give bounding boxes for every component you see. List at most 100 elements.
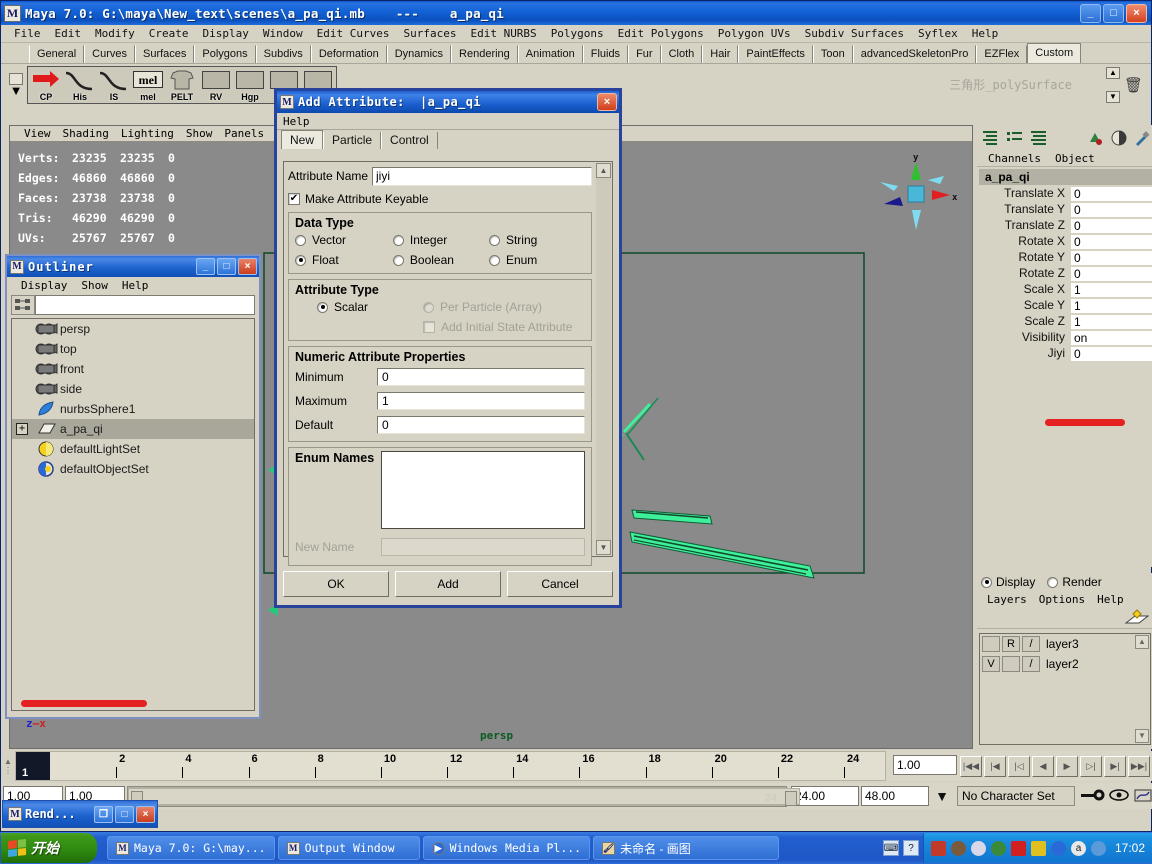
channel-row-translate-y[interactable]: Translate Y 0 xyxy=(979,201,1152,217)
channel-value[interactable]: 0 xyxy=(1071,201,1152,217)
dialog-tab-particle[interactable]: Particle xyxy=(323,132,382,149)
shelf-scroll-down-icon[interactable]: ▼ xyxy=(1105,90,1120,103)
shelf-button-PELT[interactable]: PELT xyxy=(165,67,199,102)
shield-icon[interactable] xyxy=(1030,840,1046,856)
shelf-tab-subdivs[interactable]: Subdivs xyxy=(255,45,311,63)
data-type-option-float[interactable]: Float xyxy=(295,253,393,267)
ad-icon[interactable]: a xyxy=(1070,840,1086,856)
shelf-tab-surfaces[interactable]: Surfaces xyxy=(134,45,195,63)
layer-menu-options[interactable]: Options xyxy=(1033,593,1091,606)
outliner-list[interactable]: persp top front side nurbsSphere1 + a_pa_qi def… xyxy=(11,318,255,711)
channel-value[interactable]: 0 xyxy=(1071,265,1152,281)
viewport-menu-show[interactable]: Show xyxy=(180,127,219,140)
shelf-button-mel[interactable]: mel mel xyxy=(131,67,165,102)
outliner-menu-help[interactable]: Help xyxy=(115,279,156,292)
shelf-tab-hair[interactable]: Hair xyxy=(702,45,739,63)
channel-box-body[interactable]: a_pa_qi Translate X 0 Translate Y 0 Translat… xyxy=(979,169,1152,565)
render-restore-button[interactable]: ❐ xyxy=(94,805,113,823)
range-end-field[interactable] xyxy=(791,786,859,806)
chevron-down-icon[interactable]: ▼ xyxy=(929,786,955,806)
volume-icon[interactable] xyxy=(950,840,966,856)
network-icon[interactable] xyxy=(930,840,946,856)
info-icon[interactable] xyxy=(1050,840,1066,856)
help-icon[interactable]: ? xyxy=(902,840,919,856)
play-forwards-icon[interactable]: ▶ xyxy=(1056,755,1078,777)
display-mode-radio[interactable] xyxy=(981,576,992,588)
go-to-end-icon[interactable]: ▶▶| xyxy=(1128,755,1150,777)
render-close-button[interactable]: × xyxy=(136,805,155,823)
outliner-filter-icon[interactable] xyxy=(11,295,35,315)
data-type-radio-integer[interactable] xyxy=(392,234,404,246)
taskbar-item-1[interactable]: M Output Window xyxy=(277,836,420,860)
menu-item-polygon-uvs[interactable]: Polygon UVs xyxy=(711,27,798,40)
dialog-menu-help[interactable]: Help xyxy=(283,115,310,128)
layer-visibility-toggle[interactable] xyxy=(982,636,1000,652)
data-type-option-enum[interactable]: Enum xyxy=(488,253,585,267)
outliner-item-defaultLightSet[interactable]: defaultLightSet xyxy=(12,439,254,459)
dialog-scroll-up-icon[interactable]: ▲ xyxy=(596,163,611,178)
outliner-item-front[interactable]: front xyxy=(12,359,254,379)
default-input[interactable] xyxy=(377,416,585,434)
attribute-name-input[interactable] xyxy=(372,166,592,186)
menu-item-file[interactable]: File xyxy=(7,27,48,40)
channel-value[interactable]: 1 xyxy=(1071,313,1152,329)
material-icon[interactable] xyxy=(1085,128,1105,148)
outliner-minimize-button[interactable]: _ xyxy=(196,258,215,275)
channel-value[interactable]: 0 xyxy=(1071,345,1152,361)
scalar-radio[interactable] xyxy=(317,301,328,313)
channel-row-scale-x[interactable]: Scale X 1 xyxy=(979,281,1152,297)
viewport-menu-lighting[interactable]: Lighting xyxy=(115,127,180,140)
taskbar-item-2[interactable]: ▶ Windows Media Pl... xyxy=(422,836,591,860)
shelf-button-RV[interactable]: RV xyxy=(199,67,233,102)
shelf-dropdown-icon[interactable]: ▼ xyxy=(10,84,23,97)
menu-item-subdiv-surfaces[interactable]: Subdiv Surfaces xyxy=(798,27,911,40)
outliner-item-persp[interactable]: persp xyxy=(12,319,254,339)
auto-key-icon[interactable] xyxy=(1109,787,1129,806)
menu-item-syflex[interactable]: Syflex xyxy=(911,27,965,40)
viewport-menu-panels[interactable]: Panels xyxy=(218,127,270,140)
data-type-option-vector[interactable]: Vector xyxy=(295,233,393,247)
step-forward-key-icon[interactable]: ▶| xyxy=(1104,755,1126,777)
data-type-radio-enum[interactable] xyxy=(488,254,500,266)
menu-item-display[interactable]: Display xyxy=(196,27,256,40)
key-icon[interactable] xyxy=(1079,787,1105,806)
range-slider-track[interactable]: 24 xyxy=(127,785,800,807)
maximize-button[interactable]: □ xyxy=(1103,3,1124,23)
channel-value[interactable]: 0 xyxy=(1071,217,1152,233)
view-axis-gizmo[interactable]: y x xyxy=(870,150,960,240)
current-time-field[interactable] xyxy=(893,755,957,775)
enum-names-list[interactable] xyxy=(381,451,585,529)
shelf-button-His[interactable]: His xyxy=(63,67,97,102)
new-layer-icon[interactable] xyxy=(1123,608,1150,630)
outliner-menu-show[interactable]: Show xyxy=(74,279,115,292)
outliner-search-input[interactable] xyxy=(35,295,255,315)
shelf-button-CP[interactable]: CP xyxy=(29,67,63,102)
shelf-tab-advancedskeletonpro[interactable]: advancedSkeletonPro xyxy=(852,45,977,63)
step-back-frame-icon[interactable]: |◁ xyxy=(1008,755,1030,777)
layer-row-layer3[interactable]: R / layer3 xyxy=(980,634,1150,654)
taskbar-item-3[interactable]: 🖌 未命名 - 画图 xyxy=(593,836,780,860)
channel-row-jiyi[interactable]: Jiyi 0 xyxy=(979,345,1152,361)
menu-item-edit-nurbs[interactable]: Edit NURBS xyxy=(463,27,543,40)
shelf-tab-deformation[interactable]: Deformation xyxy=(310,45,387,63)
shelf-tab-painteffects[interactable]: PaintEffects xyxy=(738,45,813,63)
channel-value[interactable]: 0 xyxy=(1071,249,1152,265)
channel-row-rotate-x[interactable]: Rotate X 0 xyxy=(979,233,1152,249)
channel-row-rotate-z[interactable]: Rotate Z 0 xyxy=(979,265,1152,281)
menu-item-window[interactable]: Window xyxy=(256,27,310,40)
menu-item-create[interactable]: Create xyxy=(142,27,196,40)
data-type-option-integer[interactable]: Integer xyxy=(392,233,489,247)
menu-item-edit[interactable]: Edit xyxy=(48,27,89,40)
shelf-tab-curves[interactable]: Curves xyxy=(84,45,135,63)
layer-menu-layers[interactable]: Layers xyxy=(981,593,1033,606)
go-to-start-icon[interactable]: |◀◀ xyxy=(960,755,982,777)
dialog-close-button[interactable]: × xyxy=(597,93,617,111)
channel-row-translate-z[interactable]: Translate Z 0 xyxy=(979,217,1152,233)
update-icon[interactable] xyxy=(1090,840,1106,856)
cancel-button[interactable]: Cancel xyxy=(507,571,613,597)
channel-value[interactable]: 1 xyxy=(1071,297,1152,313)
channel-value[interactable]: 0 xyxy=(1071,185,1152,201)
layer-row-layer2[interactable]: V / layer2 xyxy=(980,654,1150,674)
channel-value[interactable]: on xyxy=(1071,329,1152,345)
shelf-scroll-arrows[interactable]: ▲ ▼ xyxy=(1105,66,1120,103)
